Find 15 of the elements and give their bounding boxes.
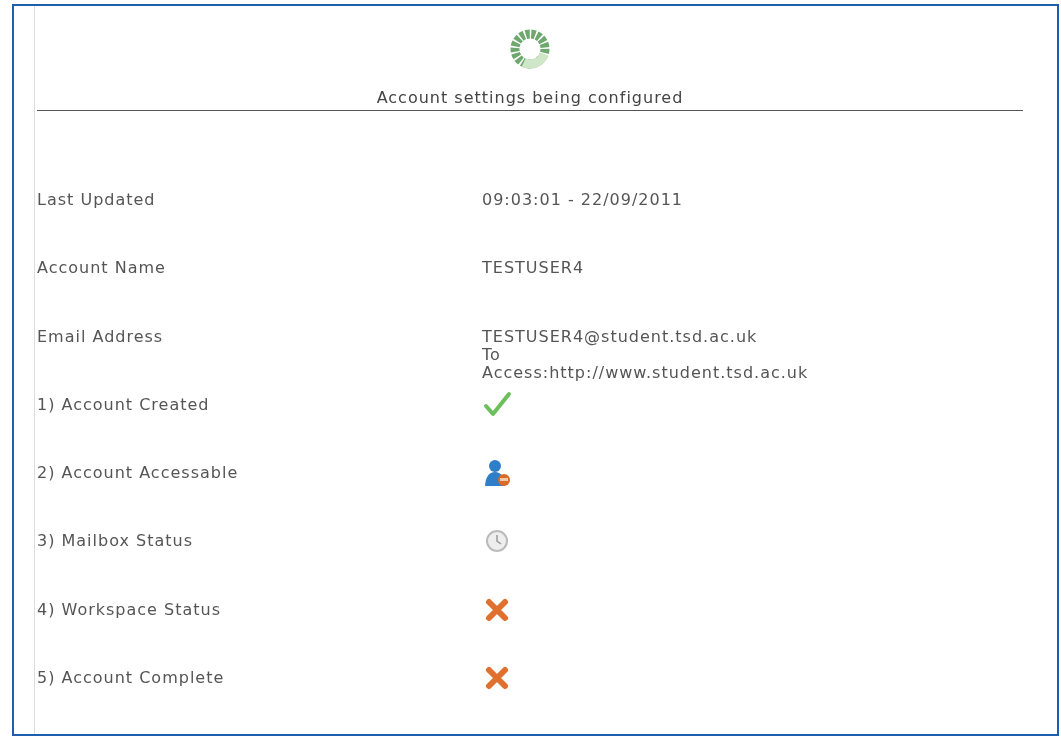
loading-spinner-icon: [508, 27, 552, 71]
step-label: 2) Account Accessable: [37, 463, 239, 483]
field-label: Account Name: [37, 258, 166, 278]
field-value: TESTUSER4@student.tsd.ac.uk: [482, 327, 759, 346]
step-label: 5) Account Complete: [37, 668, 225, 688]
step-label: 1) Account Created: [37, 394, 210, 414]
step-label: 4) Workspace Status: [37, 599, 222, 619]
field-label: Email Address: [37, 326, 164, 346]
status-heading: Account settings being configured: [37, 88, 1023, 111]
field-value: TESTUSER4: [482, 259, 585, 278]
field-label: Last Updated: [37, 190, 156, 209]
field-value: To: [482, 345, 501, 364]
step-label: 3) Mailbox Status: [37, 531, 193, 551]
field-value: Access:http://www.student.tsd.ac.uk: [482, 363, 809, 382]
field-value: 09:03:01 - 22/09/2011: [482, 191, 684, 209]
